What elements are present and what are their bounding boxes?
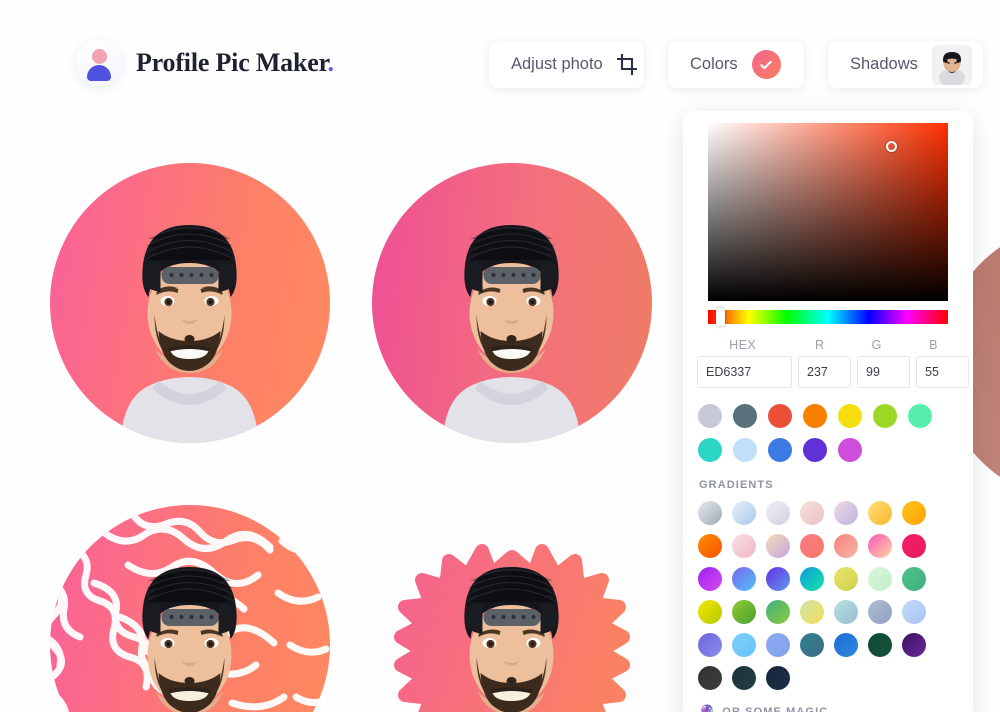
header-button-group: Adjust photo Colors Shadows xyxy=(489,41,983,88)
app-root: Profile Pic Maker. Adjust photo Colors S… xyxy=(0,0,1000,712)
portrait-thumbnail-icon xyxy=(931,44,972,85)
colors-label: Colors xyxy=(690,55,738,73)
profile-avatar-icon xyxy=(76,40,122,86)
r-label: R xyxy=(815,338,825,352)
gradient-swatch-3[interactable] xyxy=(800,501,824,525)
app-header: Profile Pic Maker. Adjust photo Colors S… xyxy=(0,0,1000,105)
g-label: G xyxy=(871,338,882,352)
crystal-ball-icon: 🔮 xyxy=(699,704,717,712)
avatar-preview-grid xyxy=(0,105,700,712)
gradient-swatch-9[interactable] xyxy=(766,534,790,558)
gradient-swatch-22[interactable] xyxy=(732,600,756,624)
gradient-swatch-8[interactable] xyxy=(732,534,756,558)
gradient-swatch-15[interactable] xyxy=(732,567,756,591)
crop-icon xyxy=(616,53,638,76)
gradient-swatch-grid xyxy=(698,501,950,690)
solid-color-swatch-7[interactable] xyxy=(698,438,722,462)
adjust-photo-button[interactable]: Adjust photo xyxy=(489,41,644,88)
gradient-swatch-14[interactable] xyxy=(698,567,722,591)
gradient-swatch-13[interactable] xyxy=(902,534,926,558)
gradient-swatch-7[interactable] xyxy=(698,534,722,558)
gradient-swatch-12[interactable] xyxy=(868,534,892,558)
avatar-preview-3[interactable] xyxy=(50,505,330,712)
gradient-swatch-24[interactable] xyxy=(800,600,824,624)
gradient-swatch-27[interactable] xyxy=(902,600,926,624)
b-label: B xyxy=(929,338,938,352)
gradient-swatch-2[interactable] xyxy=(766,501,790,525)
hex-input[interactable] xyxy=(697,356,792,388)
gradient-swatch-36[interactable] xyxy=(732,666,756,690)
magic-label-text: OR SOME MAGIC.. xyxy=(722,706,837,712)
gradient-swatch-31[interactable] xyxy=(800,633,824,657)
check-circle-icon xyxy=(751,50,781,79)
gradient-swatch-30[interactable] xyxy=(766,633,790,657)
gradient-swatch-29[interactable] xyxy=(732,633,756,657)
solid-color-swatch-2[interactable] xyxy=(768,404,792,428)
solid-color-swatch-1[interactable] xyxy=(733,404,757,428)
portrait-photo-2 xyxy=(442,225,581,443)
gradient-swatch-37[interactable] xyxy=(766,666,790,690)
gradient-swatch-25[interactable] xyxy=(834,600,858,624)
gradient-swatch-18[interactable] xyxy=(834,567,858,591)
gradient-swatch-6[interactable] xyxy=(902,501,926,525)
gradient-swatch-23[interactable] xyxy=(766,600,790,624)
solid-color-swatch-4[interactable] xyxy=(838,404,862,428)
solid-color-swatch-8[interactable] xyxy=(733,438,757,462)
gradient-swatch-5[interactable] xyxy=(868,501,892,525)
gradient-swatch-10[interactable] xyxy=(800,534,824,558)
colors-button[interactable]: Colors xyxy=(668,41,804,88)
brand-name-text: Profile Pic Maker xyxy=(136,48,328,77)
color-field-labels: HEX R G B xyxy=(695,338,961,352)
saturation-handle[interactable] xyxy=(886,141,897,152)
solid-color-swatch-3[interactable] xyxy=(803,404,827,428)
solid-color-swatch-5[interactable] xyxy=(873,404,897,428)
adjust-photo-label: Adjust photo xyxy=(511,55,603,73)
shadows-button[interactable]: Shadows xyxy=(828,41,983,88)
brand-logo-group[interactable]: Profile Pic Maker. xyxy=(76,40,334,86)
gradient-swatch-32[interactable] xyxy=(834,633,858,657)
solid-color-swatch-6[interactable] xyxy=(908,404,932,428)
gradient-swatch-26[interactable] xyxy=(868,600,892,624)
blue-input[interactable] xyxy=(916,356,969,388)
page-title: Profile Pic Maker. xyxy=(136,48,334,78)
portrait-photo-4 xyxy=(464,567,559,712)
color-field-row xyxy=(695,356,969,388)
portrait-photo-1 xyxy=(120,225,259,443)
colors-panel: HEX R G B GRADIENTS 🔮 OR SOME MAGIC.. xyxy=(683,111,973,712)
gradient-swatch-28[interactable] xyxy=(698,633,722,657)
gradients-section-title: GRADIENTS xyxy=(699,479,774,491)
hue-slider[interactable] xyxy=(708,308,948,326)
red-input[interactable] xyxy=(798,356,851,388)
shadows-label: Shadows xyxy=(850,55,918,73)
gradient-swatch-11[interactable] xyxy=(834,534,858,558)
solid-color-swatch-10[interactable] xyxy=(803,438,827,462)
avatar-preview-2[interactable] xyxy=(372,163,652,443)
gradient-swatch-20[interactable] xyxy=(902,567,926,591)
hue-slider-handle[interactable] xyxy=(716,308,725,326)
gradient-swatch-21[interactable] xyxy=(698,600,722,624)
solid-color-swatch-0[interactable] xyxy=(698,404,722,428)
hex-label: HEX xyxy=(729,338,757,352)
saturation-value-picker[interactable] xyxy=(708,123,948,301)
gradient-swatch-16[interactable] xyxy=(766,567,790,591)
gradient-swatch-33[interactable] xyxy=(868,633,892,657)
gradient-swatch-35[interactable] xyxy=(698,666,722,690)
magic-section-title: 🔮 OR SOME MAGIC.. xyxy=(699,704,961,712)
solid-color-swatch-grid xyxy=(698,404,948,462)
solid-color-swatch-9[interactable] xyxy=(768,438,792,462)
solid-color-swatch-11[interactable] xyxy=(838,438,862,462)
avatar-preview-1[interactable] xyxy=(50,163,330,443)
gradient-swatch-1[interactable] xyxy=(732,501,756,525)
brand-dot: . xyxy=(327,48,335,77)
green-input[interactable] xyxy=(857,356,910,388)
gradient-swatch-17[interactable] xyxy=(800,567,824,591)
gradient-swatch-19[interactable] xyxy=(868,567,892,591)
portrait-photo-3 xyxy=(142,567,237,712)
gradient-swatch-0[interactable] xyxy=(698,501,722,525)
gradient-swatch-34[interactable] xyxy=(902,633,926,657)
avatar-preview-4[interactable] xyxy=(372,505,652,712)
gradient-swatch-4[interactable] xyxy=(834,501,858,525)
